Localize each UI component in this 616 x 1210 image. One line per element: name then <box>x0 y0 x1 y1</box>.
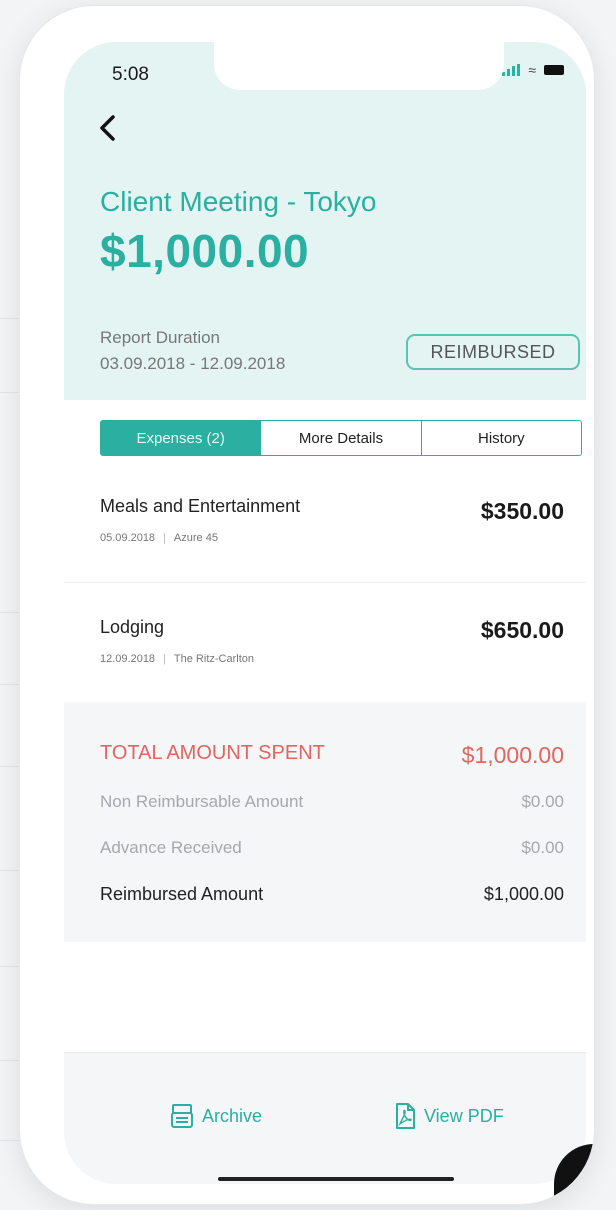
advance-received-value: $0.00 <box>521 838 564 857</box>
reimbursed-value: $1,000.00 <box>483 884 564 904</box>
expense-amount: $650.00 <box>480 617 564 643</box>
meta-divider: | <box>163 532 166 544</box>
back-button[interactable] <box>98 114 116 147</box>
bottom-action-bar: Archive View PDF <box>64 1052 586 1184</box>
expense-vendor: The Ritz-Carlton <box>173 653 254 665</box>
reimbursed-line: Reimbursed Amount $1,000.00 <box>100 884 564 905</box>
view-pdf-button[interactable]: View PDF <box>394 1103 504 1129</box>
expense-date: 05.09.2018 <box>100 532 156 544</box>
phone-frame: 5:08 ≈ Client Meeting - Tokyo $1,000.00 … <box>20 6 594 1204</box>
expense-date: 12.09.2018 <box>100 653 156 665</box>
non-reimbursable-line: Non Reimbursable Amount $0.00 <box>100 792 564 812</box>
total-spent-label: TOTAL AMOUNT SPENT <box>100 742 325 764</box>
expense-meta: 05.09.2018 | Azure 45 <box>100 532 218 544</box>
non-reimbursable-value: $0.00 <box>521 792 564 811</box>
report-amount: $1,000.00 <box>100 225 310 277</box>
totals-panel: TOTAL AMOUNT SPENT $1,000.00 Non Reimbur… <box>64 702 586 942</box>
phone-notch <box>214 42 504 90</box>
expense-vendor: Azure 45 <box>173 532 218 544</box>
archive-icon <box>171 1104 193 1128</box>
report-title: Client Meeting - Tokyo <box>100 186 377 217</box>
duration-label: Report Duration <box>100 328 221 347</box>
home-indicator <box>218 1177 454 1181</box>
status-badge: REIMBURSED <box>406 334 580 370</box>
wifi-icon: ≈ <box>528 62 536 78</box>
archive-label: Archive <box>202 1105 263 1126</box>
advance-received-label: Advance Received <box>100 838 242 857</box>
report-header: 5:08 ≈ Client Meeting - Tokyo $1,000.00 … <box>64 42 586 400</box>
battery-icon <box>544 65 564 75</box>
tab-expenses[interactable]: Expenses (2) <box>101 421 261 455</box>
expense-name: Lodging <box>100 617 165 637</box>
expense-meta: 12.09.2018 | The Ritz-Carlton <box>100 653 254 665</box>
pdf-icon <box>396 1103 415 1129</box>
screen: 5:08 ≈ Client Meeting - Tokyo $1,000.00 … <box>64 42 586 1184</box>
view-pdf-label: View PDF <box>424 1105 504 1126</box>
expense-name: Meals and Entertainment <box>100 496 301 516</box>
expense-row[interactable]: Meals and Entertainment 05.09.2018 | Azu… <box>64 472 586 582</box>
tab-bar: Expenses (2) More Details History <box>100 420 582 456</box>
status-time: 5:08 <box>112 64 149 85</box>
non-reimbursable-label: Non Reimbursable Amount <box>100 792 304 811</box>
meta-divider: | <box>163 653 166 665</box>
chevron-left-icon <box>100 115 115 141</box>
status-icons: ≈ <box>502 62 564 78</box>
expense-amount: $350.00 <box>480 498 564 524</box>
tab-more-details[interactable]: More Details <box>260 421 420 455</box>
signal-icon <box>502 64 521 76</box>
advance-received-line: Advance Received $0.00 <box>100 838 564 858</box>
duration-value: 03.09.2018 - 12.09.2018 <box>100 354 286 373</box>
expense-row[interactable]: Lodging 12.09.2018 | The Ritz-Carlton $6… <box>64 582 586 703</box>
total-spent-value: $1,000.00 <box>461 742 564 768</box>
total-spent-line: TOTAL AMOUNT SPENT $1,000.00 <box>100 742 564 769</box>
archive-button[interactable]: Archive <box>170 1103 262 1129</box>
reimbursed-label: Reimbursed Amount <box>100 884 264 904</box>
tab-history[interactable]: History <box>420 421 581 455</box>
